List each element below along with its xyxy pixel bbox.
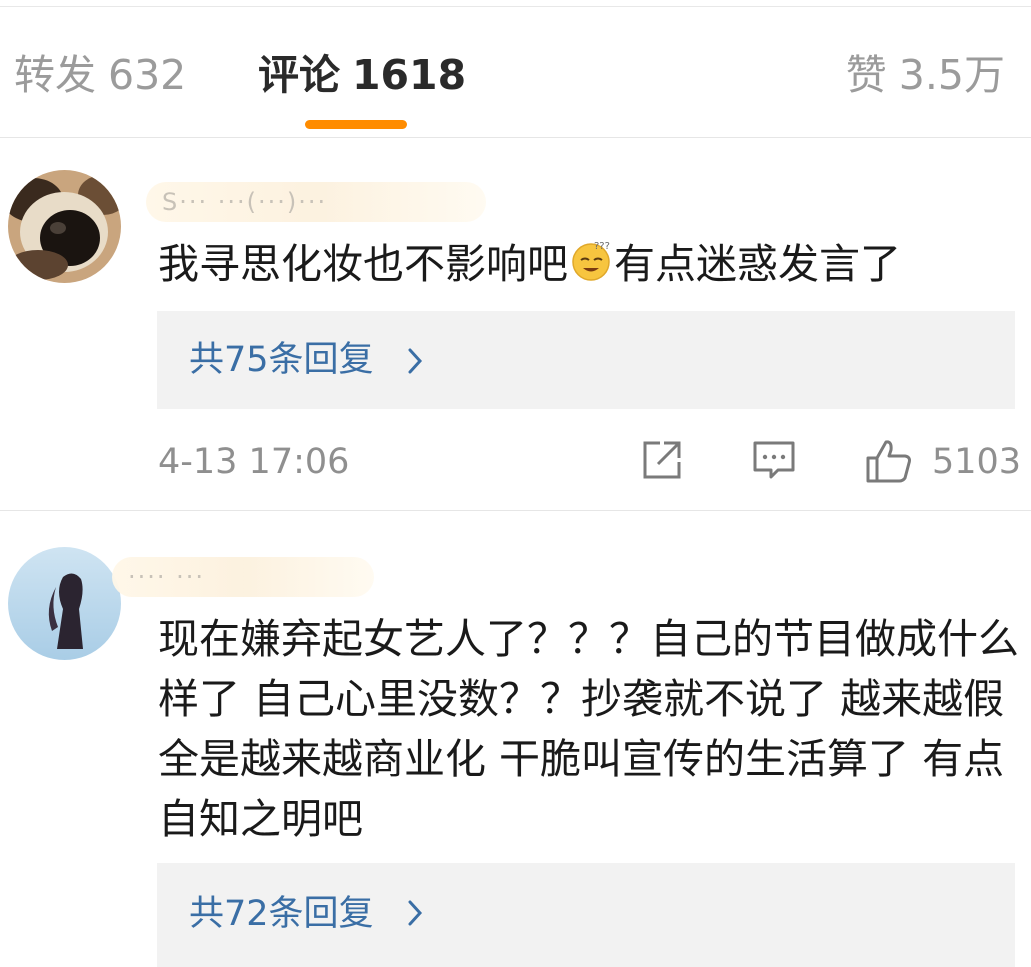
tab-comments-count: 1618 [352,51,467,99]
avatar[interactable] [8,170,121,283]
tab-comments-label: 评论 [258,51,340,99]
username-text: ···· ··· [128,563,206,591]
chevron-right-icon [408,900,423,926]
comment-text-part1: 我寻思化妆也不影响吧 [158,240,568,288]
active-tab-indicator [305,120,407,129]
comment-item: S··· ···(···)··· 我寻思化妆也不影响吧??? 有点迷惑发言了 共7… [0,138,1031,511]
comment-item: ···· ··· 现在嫌弃起女艺人了？？？自己的节目做成什么样了 自己心里没数？… [0,511,1031,967]
replies-link[interactable]: 共72条回复 [157,863,1015,967]
share-icon [643,441,681,479]
comment-timestamp: 4-13 17:06 [158,442,350,482]
username-text: S··· ···(···)··· [162,188,328,216]
username-obscured[interactable]: S··· ···(···)··· [146,182,486,222]
tab-likes-label: 赞 [845,51,887,99]
reply-button[interactable] [752,438,796,486]
username-obscured[interactable]: ···· ··· [112,557,374,597]
sweat-smile-face-icon: ??? [570,237,612,297]
tab-comments[interactable]: 评论 1618 [258,50,466,100]
replies-count-label: 共72条回复 [189,894,374,934]
tab-bar: 转发 632 评论 1618 赞 3.5万 [0,0,1031,138]
comment-icon [753,441,795,479]
replies-link[interactable]: 共75条回复 [157,311,1015,409]
comment-text: 我寻思化妆也不影响吧??? 有点迷惑发言了 [158,234,1020,297]
comment-text: 现在嫌弃起女艺人了？？？自己的节目做成什么样了 自己心里没数？？抄袭就不说了 越… [158,615,1019,843]
like-button[interactable] [865,438,913,488]
chevron-right-icon [408,348,423,374]
tab-likes[interactable]: 赞 3.5万 [846,50,1005,100]
svg-text:???: ??? [594,241,610,252]
avatar[interactable] [8,547,121,660]
like-count: 5103 [932,442,1022,482]
girl-silhouette-avatar-icon [8,547,121,660]
dog-avatar-icon [8,170,121,283]
comment-text-part2: 有点迷惑发言了 [614,240,901,288]
tab-repost-count: 632 [108,51,187,99]
tab-repost[interactable]: 转发 632 [14,50,186,100]
share-button[interactable] [640,438,684,486]
thumbs-up-icon [866,440,911,483]
replies-count-label: 共75条回复 [189,340,374,380]
tab-likes-count: 3.5万 [898,51,1005,99]
tab-repost-label: 转发 [14,51,96,99]
